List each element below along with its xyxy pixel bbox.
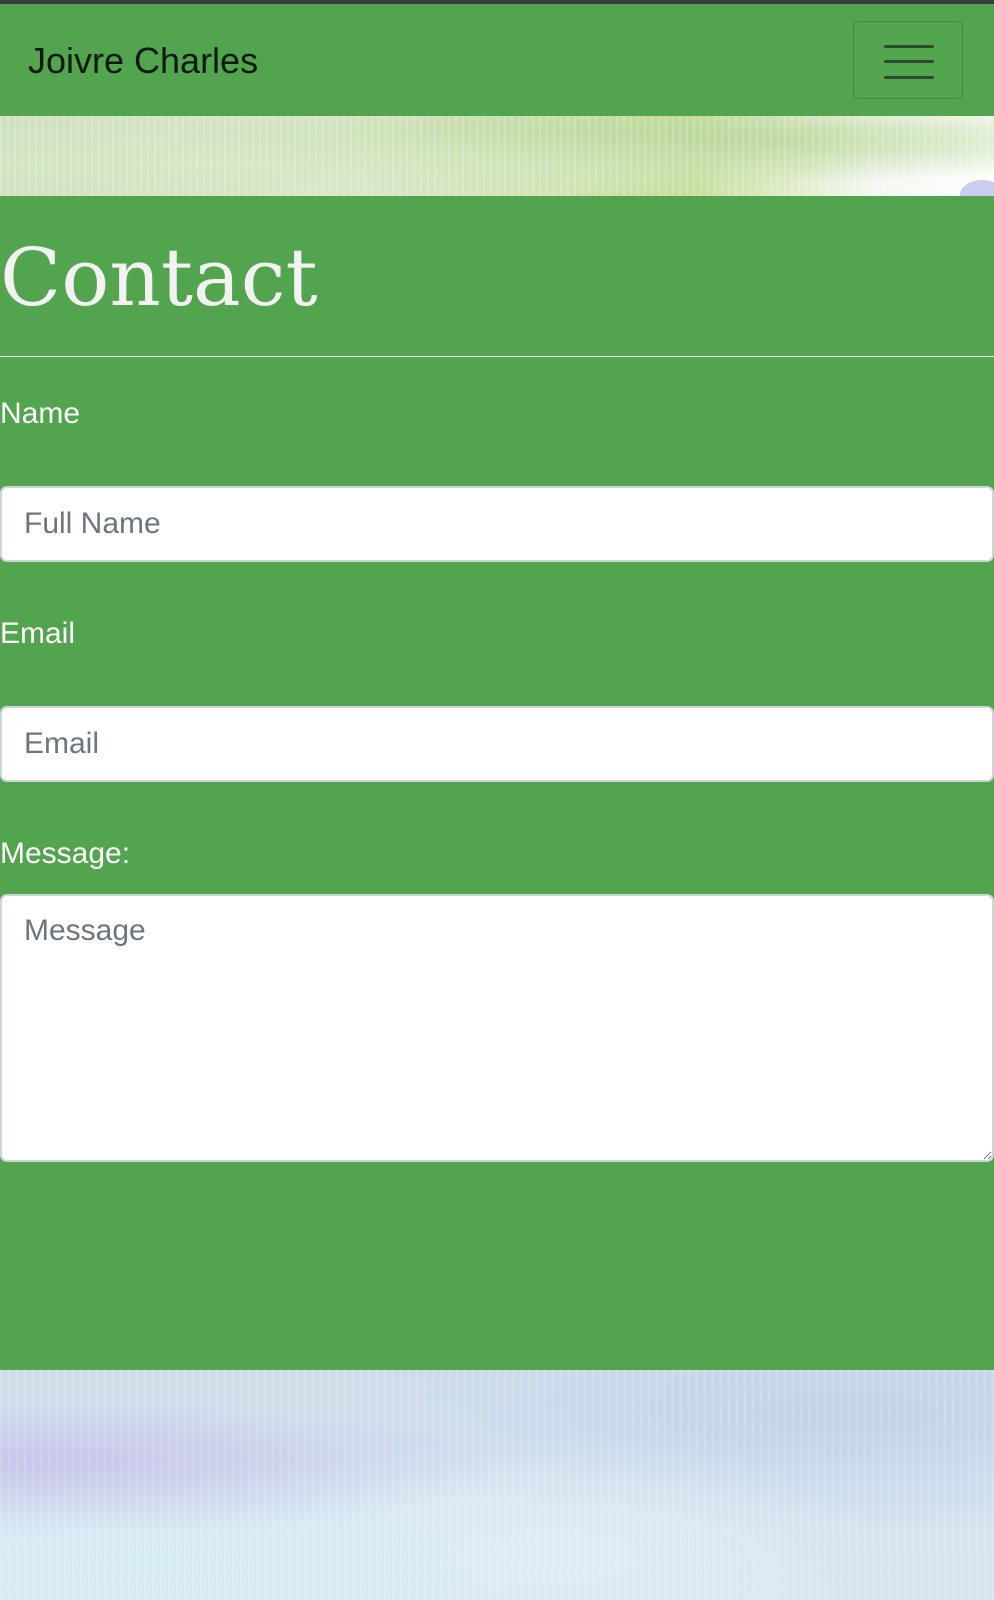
navbar-brand[interactable]: Joivre Charles [28, 40, 258, 82]
message-textarea[interactable] [0, 894, 994, 1162]
email-input[interactable] [0, 706, 994, 782]
name-label: Name [0, 397, 81, 430]
navbar: Joivre Charles [0, 4, 994, 116]
background-image-bottom [0, 1370, 994, 1600]
title-divider [0, 356, 994, 357]
page-title: Contact [0, 231, 318, 324]
email-label: Email [0, 617, 76, 650]
name-input[interactable] [0, 486, 994, 562]
contact-section: Contact Name Email Message: [0, 196, 994, 1370]
background-image-top [0, 116, 994, 210]
message-label: Message: [0, 837, 131, 870]
hamburger-menu-icon [884, 45, 934, 79]
navbar-toggler-button[interactable] [853, 21, 963, 99]
